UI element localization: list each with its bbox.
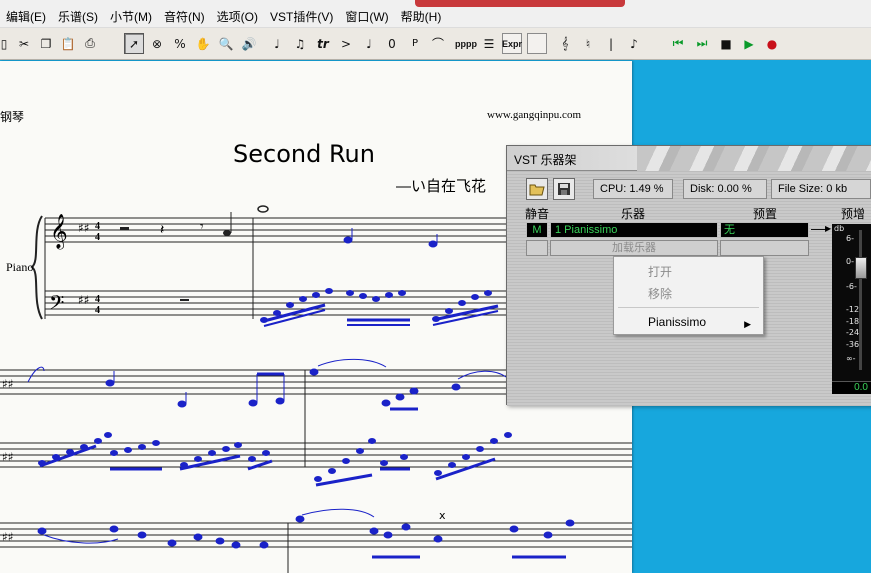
dynamics-pppp-button[interactable]: pppp — [455, 33, 477, 54]
preset-slot-empty[interactable] — [720, 240, 809, 256]
score-header-left: 钢琴 — [0, 110, 25, 124]
score-subtitle: —い自在飞花 — [396, 178, 487, 195]
svg-text:4: 4 — [95, 305, 100, 316]
titlebar-decoration — [637, 146, 871, 171]
open-folder-icon[interactable] — [526, 178, 548, 200]
percent-icon[interactable]: % — [170, 33, 190, 54]
svg-text:4: 4 — [95, 294, 100, 305]
menu-item-remove[interactable]: 移除 — [648, 285, 672, 302]
cut-icon[interactable]: ✂ — [14, 33, 34, 54]
svg-text:♯♯: ♯♯ — [2, 530, 14, 544]
svg-text:4: 4 — [95, 221, 100, 232]
print-icon[interactable]: ⎙ — [80, 33, 100, 54]
menu-help[interactable]: 帮助(H) — [395, 7, 448, 28]
meter-label-db: db — [834, 224, 845, 233]
speaker-icon[interactable]: 🔊 — [239, 33, 259, 54]
tie-icon[interactable]: ♫ — [290, 33, 310, 54]
meter-label-minus6: -6- — [846, 282, 857, 291]
save-disk-icon[interactable] — [553, 178, 575, 200]
hand-icon[interactable]: ✋ — [193, 33, 213, 54]
quarter-note-icon[interactable]: ♩ — [359, 33, 379, 54]
file-size: File Size: 0 kb — [771, 179, 871, 199]
disk-glyph — [558, 183, 570, 195]
rewind-icon[interactable]: ⏮ — [668, 33, 688, 54]
svg-text:♯♯: ♯♯ — [2, 377, 14, 391]
column-instrument: 乐器 — [621, 207, 646, 221]
meter-label-0: 0- — [846, 257, 854, 266]
svg-text:♯♯: ♯♯ — [78, 221, 90, 235]
gain-value: 0.0 — [832, 381, 871, 394]
meter-label-6: 6- — [846, 234, 854, 243]
add-instrument-slot[interactable]: 加载乐器 — [550, 240, 718, 256]
select-arrow-icon[interactable]: ➚ — [124, 33, 144, 54]
key-signature-icon[interactable]: ♮ — [578, 33, 598, 54]
accent-icon[interactable]: > — [336, 33, 356, 54]
chord-note-icon[interactable]: ♪ — [624, 33, 644, 54]
menu-bar: 编辑(E) 乐谱(S) 小节(M) 音符(N) 选项(O) VST插件(V) 窗… — [0, 7, 871, 28]
mute-toggle-empty[interactable] — [526, 240, 548, 256]
menu-window[interactable]: 窗口(W) — [339, 7, 394, 28]
svg-text:𝄞: 𝄞 — [50, 214, 68, 250]
routing-arrow-icon: ▶ — [825, 224, 832, 233]
record-icon[interactable]: ● — [762, 33, 782, 54]
lyrics-icon[interactable]: ☰ — [479, 33, 499, 54]
menu-separator — [618, 307, 759, 308]
menu-item-open[interactable]: 打开 — [648, 263, 672, 280]
svg-text:♯♯: ♯♯ — [78, 293, 90, 307]
svg-text:4: 4 — [95, 232, 100, 243]
svg-text:♯♯: ♯♯ — [2, 450, 14, 464]
disk-usage: Disk: 0.00 % — [683, 179, 767, 199]
menu-options[interactable]: 选项(O) — [211, 7, 264, 28]
box-icon[interactable] — [527, 33, 547, 54]
mute-toggle[interactable]: M — [526, 222, 548, 238]
note-entry-icon[interactable]: ♩ — [267, 33, 287, 54]
notation-app-window: 编辑(E) 乐谱(S) 小节(M) 音符(N) 选项(O) VST插件(V) 窗… — [0, 0, 871, 573]
menu-score[interactable]: 乐谱(S) — [52, 7, 104, 28]
context-menu: 打开 移除 Pianissimo ▶ — [613, 256, 764, 335]
submenu-arrow-icon: ▶ — [744, 319, 751, 329]
pppp-label: pppp — [455, 38, 477, 49]
menu-item-pianissimo[interactable]: Pianissimo — [648, 315, 706, 329]
erase-circle-icon[interactable]: ⊗ — [147, 33, 167, 54]
menu-note[interactable]: 音符(N) — [158, 7, 211, 28]
preset-slot[interactable]: 无 — [720, 222, 809, 238]
play-icon[interactable]: ▶ — [739, 33, 759, 54]
svg-text:ⅹ: ⅹ — [439, 509, 446, 522]
cpu-usage: CPU: 1.49 % — [593, 179, 673, 199]
score-title: Second Run — [233, 140, 375, 168]
menu-vst-plugins[interactable]: VST插件(V) — [264, 7, 339, 28]
svg-text:𝄢: 𝄢 — [49, 291, 64, 319]
expr-label: Expr — [502, 38, 523, 49]
trill-button[interactable]: tr — [313, 33, 333, 54]
instrument-name: Piano — [6, 260, 34, 274]
vst-rack-titlebar[interactable]: VST 乐器架 — [507, 146, 871, 171]
column-preset: 预置 — [753, 207, 778, 221]
slur-icon[interactable]: ⌒ — [428, 33, 448, 54]
gain-meter[interactable]: db 6- 0- -6- -12- -18- -24- -36- ∞- 0.0 — [832, 224, 871, 394]
score-website: www.gangqinpu.com — [487, 109, 581, 121]
fingering-button[interactable]: 0 — [382, 33, 402, 54]
play-from-start-icon[interactable]: ⏭ — [692, 33, 712, 54]
copy-icon[interactable]: ❐ — [36, 33, 56, 54]
svg-text:𝄾: 𝄾 — [200, 219, 204, 235]
toolbar: ▯ ✂ ❐ 📋 ⎙ ➚ ⊗ % ✋ 🔍 🔊 ♩ ♫ tr > ♩ 0 P ⌒ p… — [0, 28, 871, 60]
paste-icon[interactable]: 📋 — [58, 33, 78, 54]
instrument-slot[interactable]: 1 Pianissimo — [550, 222, 718, 238]
gain-slider-thumb[interactable] — [855, 257, 867, 279]
menu-edit[interactable]: 编辑(E) — [0, 7, 52, 28]
cut-icon-partial[interactable]: ▯ — [0, 33, 14, 54]
vst-rack-title: VST 乐器架 — [514, 153, 577, 167]
dynamic-p-button[interactable]: P — [405, 33, 425, 54]
barline-icon[interactable]: | — [601, 33, 621, 54]
expression-button[interactable]: Expr — [502, 33, 522, 54]
menu-measure[interactable]: 小节(M) — [104, 7, 158, 28]
zoom-icon[interactable]: 🔍 — [216, 33, 236, 54]
stop-icon[interactable]: ■ — [716, 33, 736, 54]
svg-text:𝄽: 𝄽 — [160, 222, 164, 238]
treble-clef-icon[interactable]: 𝄞 — [555, 33, 575, 54]
folder-glyph — [529, 184, 545, 196]
meter-label-inf: ∞- — [846, 354, 856, 363]
column-mute: 静音 — [525, 207, 550, 221]
gain-slider-track — [859, 230, 862, 370]
